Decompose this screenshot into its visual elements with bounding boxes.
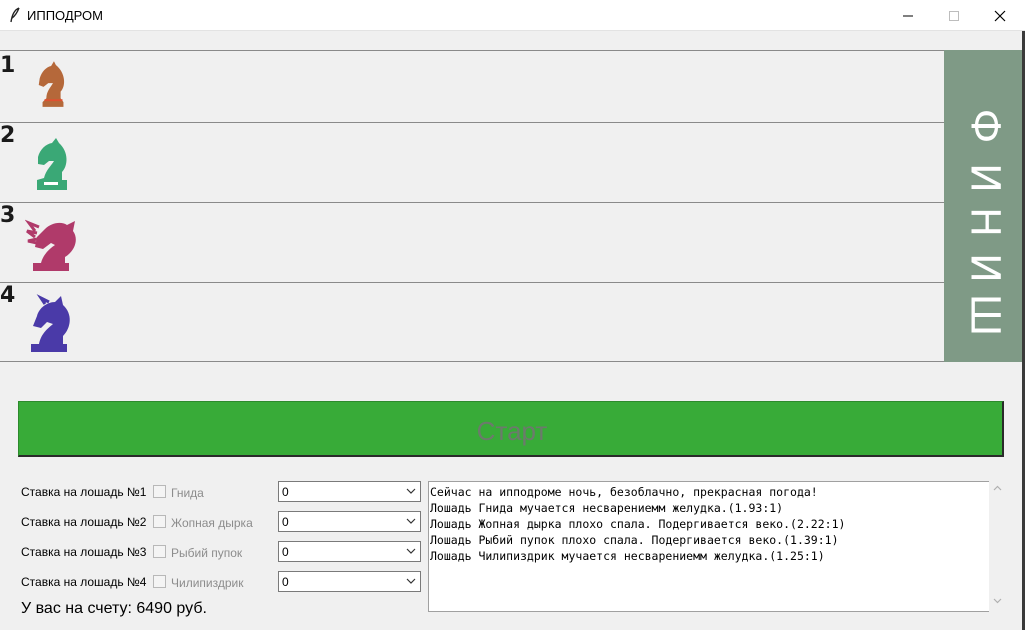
- bet-amount-select[interactable]: 0: [278, 571, 421, 592]
- bet-amount-value: 0: [282, 485, 289, 499]
- lane-number: 4: [0, 283, 16, 308]
- maximize-icon: [949, 11, 959, 21]
- bet-horse-name: Чилипиздрик: [171, 576, 244, 590]
- log-line: Лошадь Гнида мучается несварениемм желуд…: [430, 501, 784, 515]
- bet-amount-select[interactable]: 0: [278, 481, 421, 502]
- bet-row-3: Ставка на лошадь №3 Рыбий пупок 0: [0, 541, 425, 563]
- log-line: Сейчас на ипподроме ночь, безоблачно, пр…: [430, 485, 818, 499]
- close-icon: [994, 10, 1006, 22]
- log-line: Лошадь Чилипиздрик мучается несварениемм…: [430, 549, 825, 563]
- chess-knight-icon: [37, 138, 67, 190]
- title-bar: ИППОДРОМ: [0, 0, 1025, 31]
- race-track: 1 2 3 4: [0, 50, 944, 362]
- chevron-up-icon[interactable]: [993, 485, 1002, 491]
- chevron-down-icon: [406, 518, 416, 524]
- chevron-down-icon: [406, 578, 416, 584]
- chevron-down-icon: [406, 548, 416, 554]
- lane-4: 4: [0, 282, 944, 362]
- bet-label: Ставка на лошадь №4: [21, 575, 147, 589]
- log-scrollbar[interactable]: [989, 481, 1006, 612]
- bet-checkbox[interactable]: [153, 545, 166, 558]
- lane-2: 2: [0, 122, 944, 202]
- bet-amount-select[interactable]: 0: [278, 541, 421, 562]
- lane-1: 1: [0, 50, 944, 122]
- bet-horse-name: Рыбий пупок: [171, 546, 243, 560]
- bet-amount-value: 0: [282, 575, 289, 589]
- log-line: Лошадь Жопная дырка плохо спала. Подерги…: [430, 517, 846, 531]
- bet-amount-value: 0: [282, 545, 289, 559]
- bet-amount-value: 0: [282, 515, 289, 529]
- start-button[interactable]: Старт: [18, 401, 1004, 457]
- balance-text: У вас на счету: 6490 руб.: [21, 600, 207, 617]
- chess-knight-icon: [31, 294, 70, 352]
- bet-horse-name: Жопная дырка: [171, 516, 253, 530]
- close-button[interactable]: [977, 0, 1023, 31]
- chess-knight-icon: [25, 219, 76, 271]
- minimize-button[interactable]: [885, 0, 931, 31]
- feather-icon: [10, 7, 20, 23]
- race-log[interactable]: Сейчас на ипподроме ночь, безоблачно, пр…: [428, 481, 990, 612]
- chevron-down-icon: [406, 488, 416, 494]
- minimize-icon: [903, 15, 913, 17]
- start-button-label: Старт: [476, 416, 548, 446]
- lane-number: 3: [0, 203, 16, 228]
- lane-number: 2: [0, 123, 16, 148]
- log-line: Лошадь Рыбий пупок плохо спала. Подергив…: [430, 533, 839, 547]
- bet-checkbox[interactable]: [153, 515, 166, 528]
- bet-checkbox[interactable]: [153, 575, 166, 588]
- finish-line: Ф И Н И Ш: [944, 50, 1025, 362]
- chess-knight-icon: [38, 61, 65, 107]
- window-title: ИППОДРОМ: [27, 8, 103, 23]
- chevron-down-icon[interactable]: [993, 598, 1002, 604]
- lane-number: 1: [0, 53, 16, 78]
- bet-checkbox[interactable]: [153, 485, 166, 498]
- bet-amount-select[interactable]: 0: [278, 511, 421, 532]
- bet-horse-name: Гнида: [171, 486, 204, 500]
- bet-label: Ставка на лошадь №3: [21, 545, 147, 559]
- maximize-button[interactable]: [931, 0, 977, 31]
- lane-3: 3: [0, 202, 944, 282]
- bet-label: Ставка на лошадь №2: [21, 515, 147, 529]
- finish-letter: Ш: [961, 293, 1008, 337]
- bet-row-2: Ставка на лошадь №2 Жопная дырка 0: [0, 511, 425, 533]
- bet-row-4: Ставка на лошадь №4 Чилипиздрик 0: [0, 571, 425, 593]
- bet-label: Ставка на лошадь №1: [21, 485, 147, 499]
- track-bottom-line: [0, 361, 944, 362]
- bet-row-1: Ставка на лошадь №1 Гнида 0: [0, 481, 425, 503]
